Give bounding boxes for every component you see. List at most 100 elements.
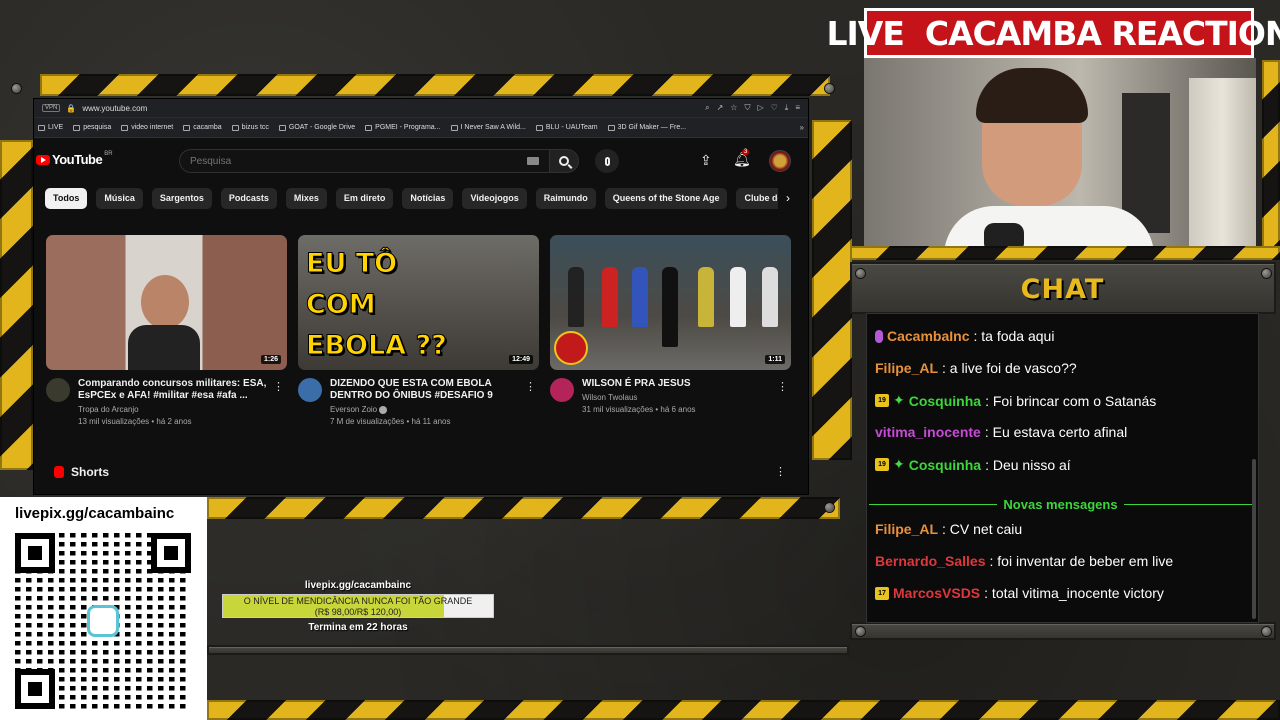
shorts-icon <box>54 466 64 478</box>
chat-username[interactable]: Cosquinha <box>909 457 981 473</box>
star-icon[interactable]: ☆ <box>730 103 737 113</box>
chip-queens[interactable]: Queens of the Stone Age <box>604 188 728 209</box>
bookmark-item[interactable]: PGMEI - Programa... <box>365 124 441 131</box>
search-button[interactable] <box>549 149 579 173</box>
chat-message: 17 MarcosVSDS: total vitima_inocente vic… <box>875 585 1164 601</box>
video-thumbnail[interactable]: EU TÔ COM EBOLA ?? 12:49 <box>298 235 539 370</box>
video-title[interactable]: WILSON É PRA JESUS <box>582 378 772 390</box>
chevron-right-icon[interactable]: » <box>800 123 804 132</box>
category-chips: Todos Música Sargentos Podcasts Mixes Em… <box>45 188 791 210</box>
youtube-header: YouTube BR ⇪ 🔔︎ 3 <box>34 138 808 182</box>
chat-username[interactable]: Bernardo_Salles <box>875 553 986 569</box>
more-options-icon[interactable]: ⋮ <box>777 380 788 393</box>
keyboard-icon[interactable] <box>527 157 539 165</box>
search-input[interactable] <box>190 155 510 167</box>
drive-icon <box>278 124 286 131</box>
search-icon[interactable]: ⌕ <box>705 103 709 113</box>
play-icon[interactable]: ▷ <box>757 103 763 113</box>
chip-raimundo[interactable]: Raimundo <box>535 188 596 209</box>
chat-message: CacambaInc: ta foda aqui <box>875 328 1054 344</box>
more-options-icon[interactable]: ⋮ <box>775 465 786 478</box>
voice-search-button[interactable] <box>595 149 619 173</box>
video-meta: WILSON É PRA JESUS Wilson Twolaus 31 mil… <box>550 378 791 414</box>
more-options-icon[interactable]: ⋮ <box>273 380 284 393</box>
bookmark-item[interactable]: bizus tcc <box>231 124 269 131</box>
video-meta: DIZENDO QUE ESTA COM EBOLA DENTRO DO ÔNI… <box>298 378 539 426</box>
bookmark-item[interactable]: cacamba <box>183 124 222 131</box>
hazard-stripe-left <box>0 140 33 470</box>
bookmark-item[interactable]: 3D Gif Maker — Fre... <box>607 124 686 131</box>
hazard-stripe-top <box>40 74 830 96</box>
channel-avatar[interactable] <box>298 378 322 402</box>
channel-avatar[interactable] <box>46 378 70 402</box>
goal-ends: Termina em 22 horas <box>308 622 408 633</box>
goal-amount: (R$ 98,00/R$ 120,00) <box>314 607 402 617</box>
shield-icon[interactable]: ⛉ <box>744 103 750 113</box>
chip-todos[interactable]: Todos <box>45 188 88 209</box>
chip-em-direto[interactable]: Em direto <box>335 188 394 209</box>
chip-videojogos[interactable]: Videojogos <box>462 188 527 209</box>
vpn-badge[interactable]: VPN <box>42 104 61 112</box>
chat-box[interactable]: CacambaInc: ta foda aqui Filipe_AL: a li… <box>866 313 1259 623</box>
bookmark-item[interactable]: BLU - UAUTeam <box>535 124 598 131</box>
chat-username[interactable]: Cosquinha <box>909 393 981 409</box>
channel-name[interactable]: Wilson Twolaus <box>582 393 772 402</box>
chip-mixes[interactable]: Mixes <box>285 188 327 209</box>
download-icon[interactable]: ⤓ <box>785 103 789 113</box>
video-title[interactable]: DIZENDO QUE ESTA COM EBOLA DENTRO DO ÔNI… <box>330 378 520 402</box>
chip-podcasts[interactable]: Podcasts <box>220 188 277 209</box>
avatar[interactable] <box>769 150 791 172</box>
chat-text: : total vitima_inocente victory <box>984 585 1164 601</box>
bookmark-item[interactable]: I Never Saw A Wild... <box>450 124 526 131</box>
heart-icon[interactable]: ♡ <box>771 103 778 113</box>
channel-name[interactable]: Tropa do Arcanjo <box>78 405 268 414</box>
search-field[interactable] <box>179 149 549 173</box>
chat-username[interactable]: Filipe_AL <box>875 360 938 376</box>
sub-badge: 19 <box>875 394 889 407</box>
bookmark-item[interactable]: GOAT - Google Drive <box>278 124 355 131</box>
metal-plate-bottom <box>207 645 849 655</box>
chat-username[interactable]: MarcosVSDS <box>893 585 980 601</box>
youtube-play-icon <box>36 154 50 165</box>
person-body <box>128 325 200 370</box>
webcam-feed <box>864 58 1256 246</box>
bookmark-item[interactable]: video internet <box>121 124 173 131</box>
video-card[interactable]: 1:11 WILSON É PRA JESUS Wilson Twolaus 3… <box>550 235 791 414</box>
microphone-icon <box>604 156 610 166</box>
video-text: WILSON É PRA JESUS Wilson Twolaus 31 mil… <box>582 378 772 414</box>
person-figure <box>568 267 584 327</box>
video-card[interactable]: EU TÔ COM EBOLA ?? 12:49 DIZENDO QUE EST… <box>298 235 539 426</box>
streamer-hair <box>976 68 1088 123</box>
chat-text: : Foi brincar com o Satanás <box>985 392 1157 409</box>
youtube-logo[interactable]: YouTube BR <box>36 151 113 167</box>
video-stats: 31 mil visualizações • há 6 anos <box>582 405 696 414</box>
chip-musica[interactable]: Música <box>96 188 143 209</box>
bookmark-item[interactable]: LIVE <box>38 124 63 131</box>
chat-username[interactable]: CacambaInc <box>887 328 969 344</box>
channel-name[interactable]: Everson Zoio <box>330 405 377 414</box>
chat-username[interactable]: vitima_inocente <box>875 424 981 440</box>
upload-icon[interactable]: ⇪ <box>700 152 712 169</box>
chat-message: Bernardo_Salles: foi inventar de beber e… <box>875 553 1173 569</box>
qr-code[interactable] <box>15 533 191 709</box>
lock-icon[interactable]: 🔒 <box>66 104 76 113</box>
more-options-icon[interactable]: ⋮ <box>525 380 536 393</box>
chat-username[interactable]: Filipe_AL <box>875 521 938 537</box>
video-thumbnail[interactable]: 1:26 <box>46 235 287 370</box>
chat-title: CHAT <box>1020 273 1105 305</box>
chat-scrollbar[interactable] <box>1252 459 1256 619</box>
url-text[interactable]: www.youtube.com <box>82 104 147 113</box>
video-title[interactable]: Comparando concursos militares: ESA, EsP… <box>78 378 268 402</box>
channel-avatar[interactable] <box>550 378 574 402</box>
folder-icon <box>38 124 45 131</box>
shorts-title[interactable]: Shorts <box>71 465 109 479</box>
chevron-right-icon[interactable]: › <box>778 188 798 209</box>
chip-sargentos[interactable]: Sargentos <box>151 188 212 209</box>
bookmark-item[interactable]: pesquisa <box>73 124 111 131</box>
video-card[interactable]: 1:26 Comparando concursos militares: ESA… <box>46 235 287 426</box>
chip-noticias[interactable]: Notícias <box>402 188 454 209</box>
menu-icon[interactable]: ≡ <box>795 103 800 113</box>
video-thumbnail[interactable]: 1:11 <box>550 235 791 370</box>
address-bar[interactable]: VPN 🔒 www.youtube.com ⌕ ↗ ☆ ⛉ ▷ ♡ ⤓ ≡ <box>34 99 808 118</box>
share-icon[interactable]: ↗ <box>717 103 724 113</box>
